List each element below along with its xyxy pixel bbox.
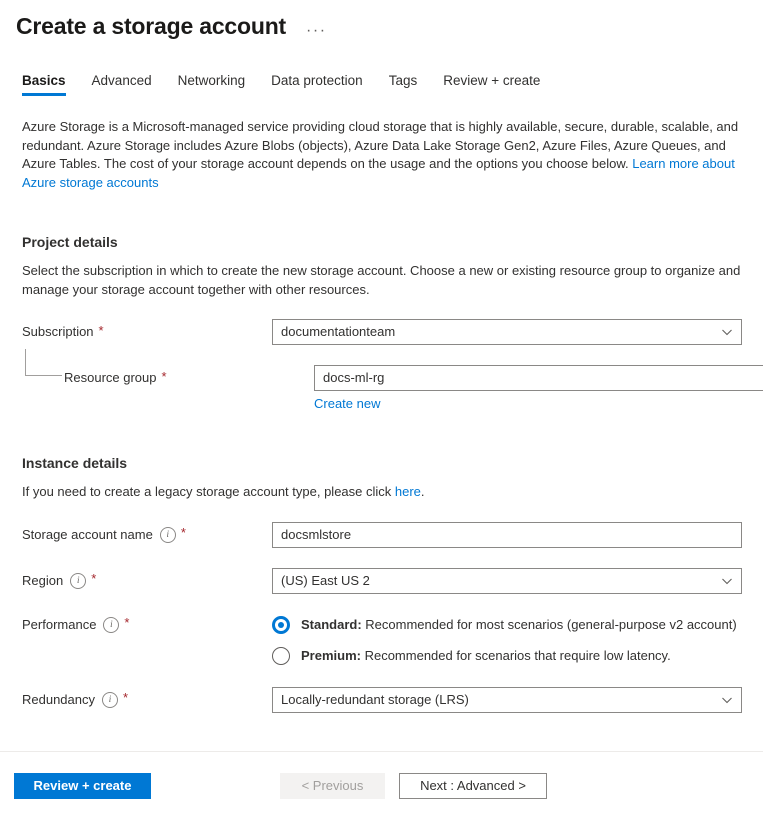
performance-label-text: Performance bbox=[22, 616, 96, 634]
required-asterisk: * bbox=[123, 691, 128, 704]
tab-advanced[interactable]: Advanced bbox=[92, 73, 152, 96]
option-name: Standard: bbox=[301, 617, 362, 632]
tab-review-create[interactable]: Review + create bbox=[443, 73, 540, 96]
required-asterisk: * bbox=[99, 324, 104, 337]
resource-group-select[interactable]: docs-ml-rg bbox=[314, 365, 763, 391]
redundancy-control: Locally-redundant storage (LRS) bbox=[272, 687, 742, 713]
resource-group-label: Resource group * bbox=[22, 365, 314, 391]
storage-account-name-label: Storage account name i * bbox=[22, 522, 272, 548]
tab-data-protection[interactable]: Data protection bbox=[271, 73, 363, 96]
region-row: Region i * (US) East US 2 bbox=[22, 568, 741, 594]
required-asterisk: * bbox=[124, 616, 129, 629]
resource-group-value: docs-ml-rg bbox=[323, 366, 384, 390]
next-advanced-button[interactable]: Next : Advanced > bbox=[399, 773, 547, 799]
option-description: Recommended for scenarios that require l… bbox=[361, 648, 671, 663]
storage-account-name-input[interactable] bbox=[272, 522, 742, 548]
footer-buttons: Review + create < Previous Next : Advanc… bbox=[0, 752, 763, 819]
subscription-row: Subscription * documentationteam bbox=[22, 319, 741, 345]
storage-account-name-label-text: Storage account name bbox=[22, 522, 153, 548]
performance-radio-group: Standard: Recommended for most scenarios… bbox=[272, 616, 741, 665]
performance-label: Performance i * bbox=[22, 616, 272, 634]
resource-group-row: Resource group * docs-ml-rg Create new bbox=[22, 365, 741, 413]
legacy-here-link[interactable]: here bbox=[395, 484, 421, 499]
legacy-text-suffix: . bbox=[421, 484, 425, 499]
redundancy-label: Redundancy i * bbox=[22, 687, 272, 713]
subscription-label: Subscription * bbox=[22, 319, 272, 345]
tab-tags[interactable]: Tags bbox=[389, 73, 418, 96]
required-asterisk: * bbox=[181, 526, 186, 539]
instance-details-heading: Instance details bbox=[22, 455, 741, 471]
page-header: Create a storage account ··· bbox=[0, 0, 763, 42]
subscription-control: documentationteam bbox=[272, 319, 742, 345]
more-options-icon[interactable]: ··· bbox=[306, 10, 326, 38]
performance-row: Performance i * Standard: Recommended fo… bbox=[22, 616, 741, 665]
redundancy-row: Redundancy i * Locally-redundant storage… bbox=[22, 687, 741, 713]
review-create-button[interactable]: Review + create bbox=[14, 773, 151, 799]
intro-paragraph: Azure Storage is a Microsoft-managed ser… bbox=[22, 118, 741, 192]
tab-networking[interactable]: Networking bbox=[178, 73, 246, 96]
page-title: Create a storage account bbox=[16, 10, 286, 42]
project-details-heading: Project details bbox=[22, 234, 741, 250]
storage-account-name-row: Storage account name i * bbox=[22, 522, 741, 548]
region-control: (US) East US 2 bbox=[272, 568, 742, 594]
subscription-value: documentationteam bbox=[281, 320, 395, 344]
performance-option-standard-label: Standard: Recommended for most scenarios… bbox=[301, 616, 737, 633]
performance-option-premium-label: Premium: Recommended for scenarios that … bbox=[301, 647, 671, 664]
wizard-footer: Review + create < Previous Next : Advanc… bbox=[0, 751, 763, 819]
form-content: Azure Storage is a Microsoft-managed ser… bbox=[0, 118, 763, 713]
region-label-text: Region bbox=[22, 568, 63, 594]
option-name: Premium: bbox=[301, 648, 361, 663]
required-asterisk: * bbox=[162, 370, 167, 383]
intro-text: Azure Storage is a Microsoft-managed ser… bbox=[22, 119, 738, 171]
redundancy-select[interactable]: Locally-redundant storage (LRS) bbox=[272, 687, 742, 713]
info-icon[interactable]: i bbox=[70, 573, 86, 589]
performance-option-premium[interactable]: Premium: Recommended for scenarios that … bbox=[272, 647, 741, 665]
radio-unselected-icon[interactable] bbox=[272, 647, 290, 665]
redundancy-label-text: Redundancy bbox=[22, 687, 95, 713]
chevron-down-icon bbox=[721, 575, 733, 587]
chevron-down-icon bbox=[721, 694, 733, 706]
option-description: Recommended for most scenarios (general-… bbox=[362, 617, 737, 632]
instance-details-description: If you need to create a legacy storage a… bbox=[22, 483, 741, 502]
legacy-text-prefix: If you need to create a legacy storage a… bbox=[22, 484, 395, 499]
region-label: Region i * bbox=[22, 568, 272, 594]
required-asterisk: * bbox=[91, 572, 96, 585]
subscription-select[interactable]: documentationteam bbox=[272, 319, 742, 345]
resource-group-control: docs-ml-rg Create new bbox=[314, 365, 763, 413]
region-select[interactable]: (US) East US 2 bbox=[272, 568, 742, 594]
previous-button[interactable]: < Previous bbox=[280, 773, 385, 799]
project-details-description: Select the subscription in which to crea… bbox=[22, 262, 741, 299]
region-value: (US) East US 2 bbox=[281, 569, 370, 593]
info-icon[interactable]: i bbox=[103, 617, 119, 633]
create-new-resource-group-link[interactable]: Create new bbox=[314, 396, 380, 411]
redundancy-value: Locally-redundant storage (LRS) bbox=[281, 688, 469, 712]
info-icon[interactable]: i bbox=[160, 527, 176, 543]
wizard-tabs: Basics Advanced Networking Data protecti… bbox=[0, 68, 763, 96]
performance-option-standard[interactable]: Standard: Recommended for most scenarios… bbox=[272, 616, 741, 634]
radio-selected-icon[interactable] bbox=[272, 616, 290, 634]
tab-basics[interactable]: Basics bbox=[22, 73, 66, 96]
subscription-label-text: Subscription bbox=[22, 319, 94, 345]
chevron-down-icon bbox=[721, 326, 733, 338]
info-icon[interactable]: i bbox=[102, 692, 118, 708]
resource-group-label-text: Resource group bbox=[64, 365, 157, 391]
storage-account-name-control bbox=[272, 522, 742, 548]
